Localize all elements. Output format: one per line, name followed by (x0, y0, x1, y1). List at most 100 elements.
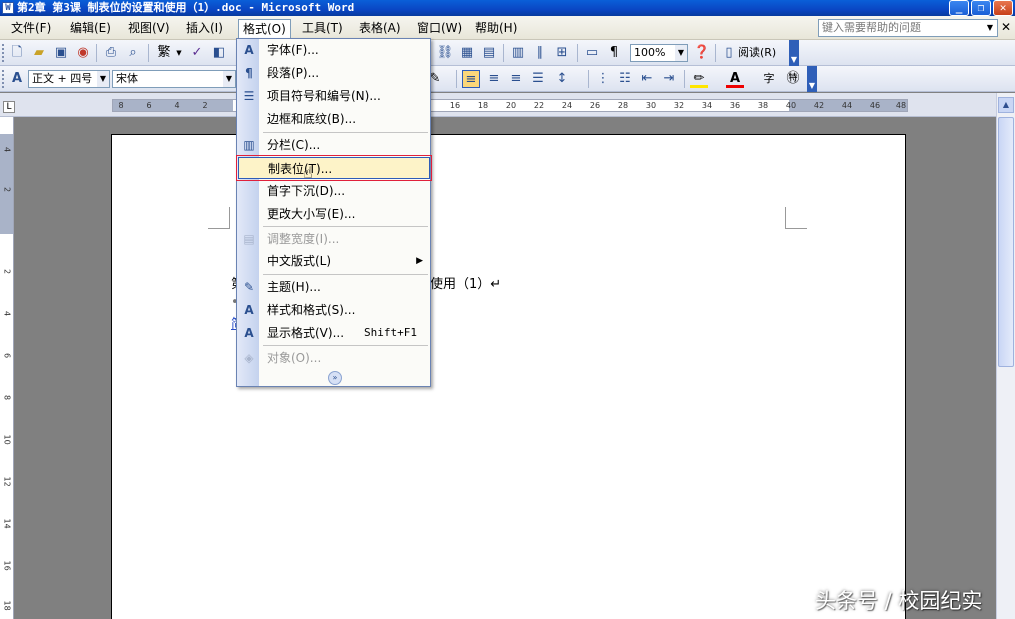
document-map-icon[interactable]: ⊞ (553, 44, 571, 62)
print-preview-icon[interactable]: ⌕ (124, 44, 142, 62)
document-close-button[interactable]: ✕ (1001, 20, 1011, 34)
font-color-icon[interactable]: A (726, 70, 744, 88)
crop-mark (785, 207, 807, 229)
menu-help[interactable]: 帮助(H) (471, 19, 521, 37)
scroll-up-icon[interactable]: ▲ (998, 97, 1014, 113)
menu-item-label: 中文版式(L) (267, 254, 332, 268)
help-question-input[interactable]: 键入需要帮助的问题 ▼ (818, 19, 998, 37)
columns-icon[interactable]: ▥ (509, 44, 527, 62)
align-center-icon[interactable]: ≡ (485, 70, 503, 88)
theme-icon: ✎ (243, 280, 255, 294)
toolbar-separator (684, 70, 685, 88)
ruler-tick-label: 6 (2, 352, 12, 359)
tab-selector[interactable]: L (3, 101, 15, 113)
menu-item-borders-shading[interactable]: 边框和底纹(B)... (238, 108, 430, 130)
read-mode-icon[interactable]: ▯ (720, 44, 738, 62)
text-highlight-icon[interactable]: ✏ (690, 70, 708, 88)
decrease-indent-icon[interactable]: ⇤ (638, 70, 656, 88)
menu-item-theme[interactable]: ✎ 主题(H)... (238, 276, 430, 298)
vertical-ruler[interactable]: 4 2 2 4 6 8 10 12 14 16 18 (0, 117, 14, 619)
ruler-tick-label: 46 (869, 101, 881, 110)
spelling-icon[interactable]: ✓ (188, 44, 206, 62)
menu-item-bullets-numbering[interactable]: ☰ 项目符号和编号(N)... (238, 85, 430, 107)
style-select[interactable]: 正文 + 四号 ▼ (28, 70, 110, 88)
toolbar-grip[interactable] (2, 44, 5, 62)
horizontal-ruler[interactable]: 8 6 4 2 16 18 20 22 24 26 28 30 32 34 36… (112, 99, 908, 112)
ruler-tick-label: 4 (174, 101, 180, 110)
word-app-icon[interactable]: W (2, 2, 14, 14)
menu-item-label: 调整宽度(I)... (267, 232, 340, 246)
new-document-icon[interactable]: 🗋 (8, 44, 26, 62)
scrollbar-thumb[interactable] (998, 117, 1014, 367)
menu-file[interactable]: 文件(F) (7, 19, 55, 37)
paragraph-mark-icon[interactable]: ¶ (605, 44, 623, 62)
toolbar-options-icon[interactable]: ▼ (807, 66, 817, 92)
menu-item-change-case[interactable]: 更改大小写(E)... (238, 203, 430, 225)
insert-table-icon[interactable]: ▤ (480, 44, 498, 62)
font-select[interactable]: 宋体 ▼ (112, 70, 236, 88)
close-button[interactable]: ✕ (993, 0, 1013, 16)
menu-item-asian-layout[interactable]: 中文版式(L) ▶ (238, 250, 430, 272)
toolbar-options-icon[interactable]: ▼ (789, 40, 799, 66)
menu-item-columns[interactable]: ▥ 分栏(C)... (238, 134, 430, 156)
menu-table[interactable]: 表格(A) (355, 19, 405, 37)
ruler-tick-label: 22 (533, 101, 545, 110)
zoom-select[interactable]: 100% ▼ (630, 44, 688, 62)
toolbar-grip[interactable] (2, 70, 5, 88)
save-icon[interactable]: ▣ (52, 44, 70, 62)
chevron-down-icon[interactable]: ▼ (97, 71, 109, 87)
menu-separator (263, 132, 428, 133)
increase-indent-icon[interactable]: ⇥ (660, 70, 678, 88)
traditional-chinese-button[interactable]: 繁 (153, 44, 175, 62)
horizontal-ruler-bar: L 8 6 4 2 16 18 20 22 24 26 28 30 32 34 … (0, 93, 1015, 117)
help-dropdown-icon[interactable]: ▼ (984, 21, 996, 35)
menu-item-styles-formatting[interactable]: A 样式和格式(S)... (238, 299, 430, 321)
chevron-down-icon[interactable]: ▼ (175, 44, 183, 62)
bullets-icon[interactable]: ☷ (616, 70, 634, 88)
document-page[interactable]: 第 使用（1）↵ • 简 (111, 134, 906, 619)
phonetic-guide-icon[interactable]: 字 (760, 70, 778, 88)
chevron-down-icon[interactable]: ▼ (223, 71, 235, 87)
drawing-icon[interactable]: ∥ (531, 44, 549, 62)
help-icon[interactable]: ❓ (693, 44, 711, 62)
menu-view[interactable]: 视图(V) (124, 19, 174, 37)
style-value: 正文 + 四号 (32, 72, 93, 85)
line-spacing-icon[interactable]: ↕ (553, 70, 571, 88)
menu-tools[interactable]: 工具(T) (298, 19, 347, 37)
menu-item-reveal-formatting[interactable]: A 显示格式(V)... Shift+F1 (238, 322, 430, 344)
styles-formatting-icon[interactable]: A (8, 70, 26, 88)
read-mode-button[interactable]: 阅读(R) (738, 44, 776, 62)
menu-edit[interactable]: 编辑(E) (66, 19, 115, 37)
document-area[interactable]: 第 使用（1）↵ • 简 (14, 117, 996, 619)
enclose-characters-icon[interactable]: ㊕ (784, 70, 802, 88)
open-folder-icon[interactable]: ▰ (30, 44, 48, 62)
ruler-tick-label: 14 (2, 518, 12, 529)
document-text[interactable]: 使用（1）↵ (430, 273, 501, 292)
print-icon[interactable]: ⎙ (102, 44, 120, 62)
menu-item-drop-cap[interactable]: 首字下沉(D)... (238, 180, 430, 202)
align-left-icon[interactable]: ≡ (462, 70, 480, 88)
chevron-down-icon[interactable]: ▼ (675, 45, 687, 61)
formatting-toolbar: A 正文 + 四号 ▼ 宋体 ▼ ✎ ≡ ≡ ≡ ☰ ↕ ⋮ ☷ ⇤ ⇥ ✏ A… (0, 66, 1015, 92)
vertical-scrollbar[interactable]: ▲ (996, 93, 1015, 619)
insert-hyperlink-icon[interactable]: ⛓ (436, 44, 454, 62)
restore-button[interactable]: ❐ (971, 0, 991, 16)
menu-item-paragraph[interactable]: ¶ 段落(P)... (238, 62, 430, 84)
tables-borders-icon[interactable]: ▦ (458, 44, 476, 62)
menu-item-font[interactable]: A 字体(F)... (238, 39, 430, 61)
numbering-icon[interactable]: ⋮ (594, 70, 612, 88)
show-hide-icon[interactable]: ▭ (583, 44, 601, 62)
align-right-icon[interactable]: ≡ (507, 70, 525, 88)
menu-item-label: 段落(P)... (267, 66, 320, 80)
research-icon[interactable]: ◧ (210, 44, 228, 62)
permission-icon[interactable]: ◉ (74, 44, 92, 62)
expand-menu-icon[interactable]: » (328, 371, 342, 385)
ruler-tick-label: 16 (2, 560, 12, 571)
menu-insert[interactable]: 插入(I) (182, 19, 227, 37)
minimize-button[interactable]: _ (949, 0, 969, 16)
menu-window[interactable]: 窗口(W) (413, 19, 466, 37)
menu-item-tabs[interactable]: 制表位(T)... (236, 155, 432, 181)
justify-icon[interactable]: ☰ (529, 70, 547, 88)
ruler-tick-label: 38 (757, 101, 769, 110)
menu-format[interactable]: 格式(O) (238, 19, 291, 40)
